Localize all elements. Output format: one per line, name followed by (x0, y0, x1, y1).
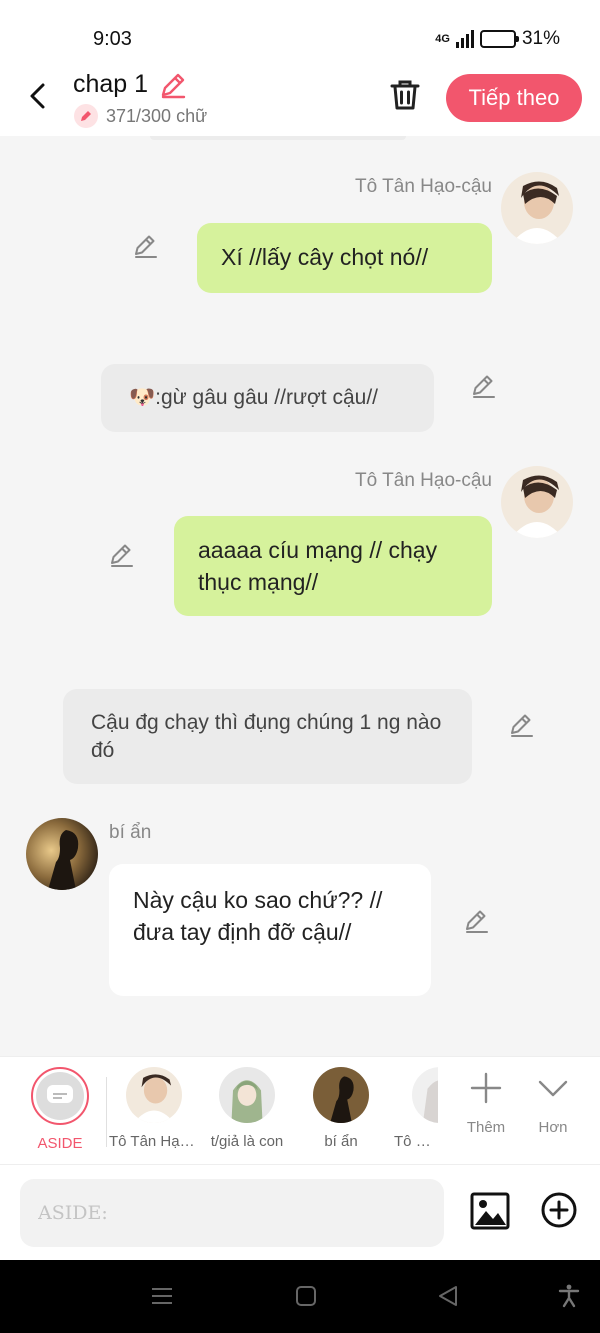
chat-bubble-icon (36, 1072, 84, 1120)
status-time: 9:03 (93, 28, 132, 50)
aside-bubble[interactable]: 🐶:gừ gâu gâu //rượt cậu// (101, 364, 434, 432)
character-bar: ASIDE Tô Tân Hạo-cậu t/giả là con bí ẩn … (0, 1056, 600, 1164)
chapter-title[interactable]: chap 1 (73, 70, 148, 99)
edit-message-icon[interactable] (470, 372, 498, 400)
editor-header: chap 1 371/300 chữ Tiếp theo (0, 70, 600, 136)
system-nav-bar (0, 1260, 600, 1333)
status-icons: 4G 31% (435, 28, 560, 50)
add-character-button[interactable]: Thêm (456, 1071, 516, 1136)
character-to-tan-hao[interactable]: Tô Tân Hạo-cậu (109, 1067, 199, 1150)
character-bi-an[interactable]: bí ẩn (296, 1067, 386, 1150)
word-count: 371/300 chữ (74, 104, 207, 128)
avatar-bi-an[interactable] (26, 818, 98, 890)
message-bubble[interactable]: Này cậu ko sao chứ?? //đưa tay định đỡ c… (109, 864, 431, 996)
sender-name: Tô Tân Hạo-cậu (355, 470, 492, 491)
chevron-down-icon (538, 1080, 568, 1097)
avatar-to-tan-hao[interactable] (501, 172, 573, 244)
less-label: Hơn (538, 1119, 568, 1136)
aside-bubble[interactable]: Cậu đg chạy thì đụng chúng 1 ng nào đó (63, 689, 472, 784)
more-label: Thêm (466, 1119, 506, 1136)
edit-title-icon[interactable] (158, 70, 188, 100)
back-icon[interactable] (22, 80, 54, 112)
network-type: 4G (435, 33, 450, 45)
character-name: ASIDE (37, 1135, 83, 1152)
sender-name: Tô Tân Hạo-cậu (355, 176, 492, 197)
edit-message-icon[interactable] (508, 711, 536, 739)
next-button[interactable]: Tiếp theo (446, 74, 582, 122)
character-name: t/giả là con (210, 1133, 284, 1150)
plus-icon (470, 1072, 502, 1104)
menu-icon[interactable] (150, 1284, 174, 1308)
home-icon[interactable] (294, 1284, 318, 1308)
previous-message-stub (150, 136, 406, 140)
character-name: Tô Ngọc (394, 1133, 438, 1150)
battery-icon (479, 30, 519, 48)
sender-name: bí ẩn (109, 822, 152, 843)
signal-icon (455, 30, 474, 48)
expand-button[interactable]: Hơn (523, 1071, 583, 1136)
character-avatar (313, 1067, 369, 1123)
add-icon[interactable] (540, 1191, 578, 1229)
avatar-to-tan-hao[interactable] (501, 466, 573, 538)
character-name: bí ẩn (324, 1133, 358, 1150)
chat-area[interactable]: Tô Tân Hạo-cậu Xí //lấy cây chọt nó// 🐶:… (0, 136, 600, 1056)
message-input[interactable] (20, 1179, 444, 1247)
character-tac-gia[interactable]: t/giả là con (202, 1067, 292, 1150)
status-bar: 9:03 4G 31% (0, 0, 600, 70)
battery-percent: 31% (521, 28, 560, 49)
character-name: Tô Tân Hạo-cậu (109, 1133, 199, 1150)
accessibility-icon[interactable] (557, 1284, 581, 1308)
back-nav-icon[interactable] (436, 1284, 460, 1308)
character-avatar (126, 1067, 182, 1123)
input-bar (0, 1164, 600, 1260)
message-bubble[interactable]: Xí //lấy cây chọt nó// (197, 223, 492, 293)
edit-message-icon[interactable] (132, 232, 160, 260)
trash-icon[interactable] (388, 78, 422, 112)
word-count-text: 371/300 chữ (106, 105, 208, 126)
edit-message-icon[interactable] (463, 907, 491, 935)
divider (106, 1077, 107, 1147)
image-icon[interactable] (470, 1191, 510, 1231)
character-to-ngoc[interactable]: Tô Ngọc (388, 1067, 438, 1150)
message-bubble[interactable]: aaaaa cíu mạng // chạy thục mạng// (174, 516, 492, 616)
character-aside[interactable]: ASIDE (15, 1067, 105, 1152)
character-avatar (412, 1067, 438, 1123)
character-avatar (219, 1067, 275, 1123)
aside-avatar (31, 1067, 89, 1125)
pencil-icon (74, 104, 98, 128)
edit-message-icon[interactable] (108, 541, 136, 569)
